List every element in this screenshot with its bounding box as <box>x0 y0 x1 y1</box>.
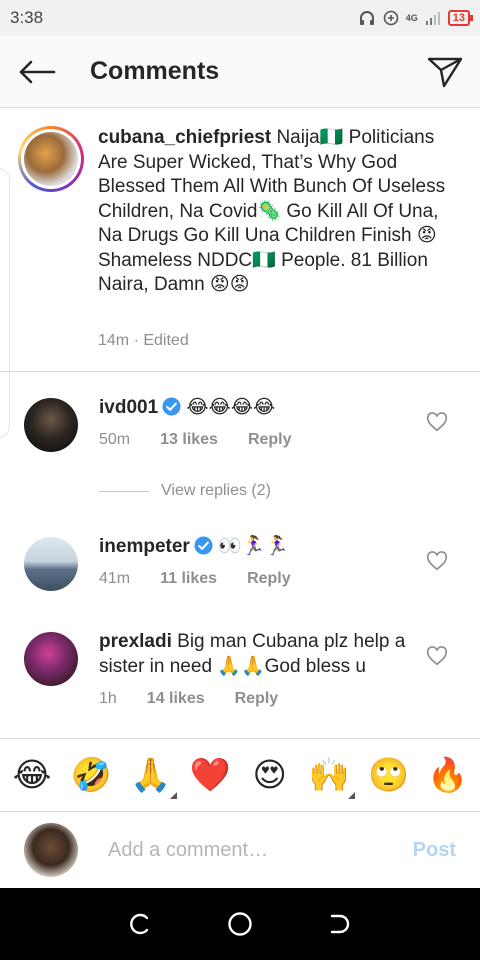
avatar[interactable] <box>24 398 78 452</box>
avatar[interactable] <box>24 537 78 591</box>
comment-username[interactable]: inempeter <box>99 536 190 557</box>
comment-likes[interactable]: 13 likes <box>160 431 218 449</box>
status-bar: 3:38 4G 13 <box>0 0 480 36</box>
page-title: Comments <box>90 57 220 85</box>
share-button[interactable] <box>410 36 480 108</box>
view-replies-label: View replies (2) <box>161 482 271 499</box>
divider <box>99 490 149 492</box>
verified-icon <box>162 397 181 416</box>
emoji-heart-eyes-button[interactable]: 😍 <box>246 755 294 795</box>
emoji-rofl-button[interactable]: 🤣 <box>67 755 115 795</box>
comment-meta: 1h 14 likes Reply <box>99 690 278 708</box>
recent-apps-icon <box>130 913 149 935</box>
emoji-raised-hands-button[interactable]: 🙌 <box>305 755 356 799</box>
comment-time: 1h <box>99 690 117 707</box>
author-avatar[interactable] <box>18 126 84 192</box>
post-button[interactable]: Post <box>413 839 456 862</box>
home-button[interactable] <box>226 910 254 938</box>
comment-body: ivd001 😂😂😂😂 <box>99 395 419 420</box>
headphones-icon <box>358 9 376 27</box>
like-heart-icon[interactable] <box>426 411 448 433</box>
back-nav-button[interactable] <box>326 910 354 938</box>
data-saver-icon <box>382 9 400 27</box>
comment-time: 50m <box>99 431 131 448</box>
status-icons: 4G 13 <box>358 9 474 27</box>
emoji-eye-roll-button[interactable]: 🙄 <box>365 755 413 795</box>
reply-button[interactable]: Reply <box>248 431 292 449</box>
back-arrow-icon <box>19 60 56 83</box>
comment-text: 😂😂😂😂 <box>181 397 276 418</box>
comment-time: 41m <box>99 570 131 587</box>
reply-button[interactable]: Reply <box>235 690 279 708</box>
recent-apps-button[interactable] <box>126 910 154 938</box>
status-time: 3:38 <box>10 8 44 27</box>
like-heart-icon[interactable] <box>426 645 448 667</box>
add-comment-bar: Post <box>0 812 480 888</box>
verified-icon <box>194 536 213 555</box>
comment-likes[interactable]: 14 likes <box>147 690 205 708</box>
comment-body: prexladi Big man Cubana plz help a siste… <box>99 629 419 679</box>
signal-icon <box>424 9 442 27</box>
comment-username[interactable]: prexladi <box>99 631 172 652</box>
comment-input[interactable] <box>108 838 398 862</box>
home-circle-icon <box>228 912 252 936</box>
like-heart-icon[interactable] <box>426 550 448 572</box>
battery-indicator: 13 <box>447 10 474 26</box>
comment-username[interactable]: ivd001 <box>99 397 158 418</box>
comment-text: 👀🏃‍♀️🏃‍♀️ <box>212 536 290 557</box>
system-nav-bar <box>0 888 480 960</box>
caption-body: Naija🇳🇬 Politicians Are Super Wicked, Th… <box>98 127 446 295</box>
avatar <box>24 823 78 877</box>
back-nav-icon <box>330 914 350 934</box>
comment-body: inempeter 👀🏃‍♀️🏃‍♀️ <box>99 534 419 559</box>
caption-username[interactable]: cubana_chiefpriest <box>98 127 271 148</box>
post-caption: cubana_chiefpriest Naija🇳🇬 Politicians A… <box>0 110 480 438</box>
emoji-fire-button[interactable]: 🔥 <box>424 755 472 795</box>
header: Comments <box>0 36 480 108</box>
comment-likes[interactable]: 11 likes <box>160 570 217 588</box>
emoji-heart-button[interactable]: ❤️ <box>186 755 234 795</box>
reply-button[interactable]: Reply <box>247 570 291 588</box>
comment-meta: 41m 11 likes Reply <box>99 570 291 588</box>
emoji-pray-button[interactable]: 🙏 <box>127 755 177 799</box>
caption-meta: 14m · Edited <box>98 332 189 349</box>
comment-meta: 50m 13 likes Reply <box>99 431 292 449</box>
send-icon <box>427 57 463 87</box>
edge-panel-handle[interactable] <box>0 168 10 438</box>
view-replies-button[interactable]: View replies (2) <box>99 482 271 500</box>
emoji-joy-button[interactable]: 😂 <box>8 755 56 795</box>
quick-emoji-bar: 😂 🤣 🙏 ❤️ 😍 🙌 🙄 🔥 <box>0 738 480 812</box>
back-button[interactable] <box>0 36 74 108</box>
avatar[interactable] <box>24 632 78 686</box>
caption-text: cubana_chiefpriest Naija🇳🇬 Politicians A… <box>98 126 464 298</box>
network-type: 4G <box>405 13 418 23</box>
